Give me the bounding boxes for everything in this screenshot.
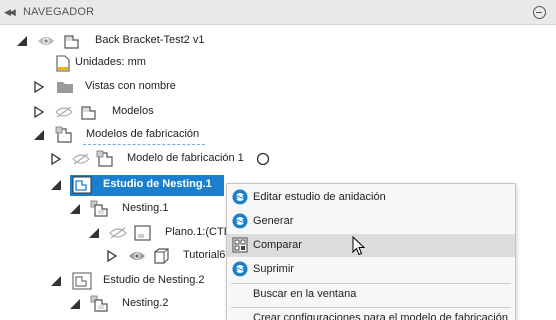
tree-row-root[interactable]: Back Bracket-Test2 v1 [0, 30, 556, 52]
menu-label: Suprimir [253, 263, 294, 275]
menu-label: Comparar [253, 239, 302, 251]
activate-radio-icon[interactable] [256, 152, 270, 166]
hidden-eye-icon[interactable] [72, 153, 90, 165]
tree-row-nesting-2[interactable]: Nesting.2 [0, 293, 226, 315]
tree-label-nesting-study-1: Estudio de Nesting.1 [103, 178, 212, 190]
context-menu: Editar estudio de anidación Generar Comp… [226, 183, 516, 320]
dashed-underline [83, 144, 205, 145]
panel-title: NAVEGADOR [23, 6, 95, 18]
hidden-eye-icon[interactable] [55, 106, 73, 118]
collapse-panel-icon[interactable]: ◀◀ [4, 7, 16, 18]
manufacturing-model-icon [55, 126, 72, 143]
expanded-triangle-icon[interactable] [16, 35, 28, 47]
tree-row-manufacturing-models[interactable]: Modelos de fabricación [0, 124, 556, 146]
tree-row-manufacturing-model-1[interactable]: Modelo de fabricación 1 [0, 148, 556, 170]
mouse-cursor-icon [352, 236, 365, 256]
tree-label-plane-1: Plano.1:(CTD [165, 226, 232, 238]
tree-row-units[interactable]: Unidades: mm [0, 52, 556, 74]
component-icon [64, 35, 79, 49]
menu-item-suppress[interactable]: Suprimir [227, 258, 515, 281]
expanded-triangle-icon[interactable] [69, 298, 81, 310]
folder-icon [57, 82, 73, 93]
collapsed-triangle-icon[interactable] [33, 81, 45, 93]
tree-row-tutorial[interactable]: Tutorial6, [0, 245, 229, 267]
suppress-icon [232, 261, 248, 277]
visibility-eye-icon[interactable] [128, 250, 146, 262]
navigator-header: ◀◀ NAVEGADOR [0, 0, 556, 25]
menu-label: Generar [253, 215, 294, 227]
expanded-triangle-icon[interactable] [50, 275, 62, 287]
menu-label: Editar estudio de anidación [253, 191, 386, 203]
tree-label-nesting-2: Nesting.2 [122, 297, 169, 309]
hidden-eye-icon[interactable] [109, 227, 127, 239]
minimize-panel-icon[interactable] [533, 6, 546, 19]
component-icon [81, 106, 96, 120]
menu-item-generate[interactable]: Generar [227, 210, 515, 233]
tree-row-models[interactable]: Modelos [0, 101, 556, 123]
menu-label: Crear configuraciones para el modelo de … [253, 312, 508, 320]
tree-label-nesting-1: Nesting.1 [122, 202, 169, 214]
tree-label-manufacturing-models: Modelos de fabricación [86, 128, 200, 140]
expanded-triangle-icon[interactable] [88, 227, 100, 239]
tree-label-root: Back Bracket-Test2 v1 [95, 34, 205, 46]
expanded-triangle-icon[interactable] [33, 129, 45, 141]
manufacturing-model-icon [96, 150, 113, 167]
menu-label: Buscar en la ventana [253, 288, 357, 300]
body-box-icon [154, 248, 169, 264]
generate-icon [232, 213, 248, 229]
tree-row-nesting-study-1[interactable]: Estudio de Nesting.1 [0, 174, 226, 196]
menu-item-edit-nesting-study[interactable]: Editar estudio de anidación [227, 186, 515, 209]
collapsed-triangle-icon[interactable] [33, 106, 45, 118]
tree-row-nesting-study-2[interactable]: Estudio de Nesting.2 [0, 270, 226, 292]
collapsed-triangle-icon[interactable] [106, 250, 118, 262]
tree-row-named-views[interactable]: Vistas con nombre [0, 76, 556, 98]
nesting-edit-icon [232, 189, 248, 205]
sheet-plane-icon [134, 225, 151, 241]
tree-label-nesting-study-2: Estudio de Nesting.2 [103, 274, 205, 286]
tree-row-plane-1[interactable]: Plano.1:(CTD [0, 222, 232, 244]
compare-icon [232, 237, 248, 253]
nesting-icon [90, 200, 108, 217]
nesting-study-icon [72, 176, 92, 194]
menu-item-find-in-window[interactable]: Buscar en la ventana [227, 283, 515, 306]
expanded-triangle-icon[interactable] [50, 179, 62, 191]
tree-label-named-views: Vistas con nombre [85, 80, 176, 92]
visibility-eye-icon[interactable] [37, 35, 55, 47]
menu-item-create-configurations[interactable]: Crear configuraciones para el modelo de … [227, 307, 515, 320]
tree-label-units: Unidades: mm [75, 56, 146, 68]
document-settings-icon [56, 55, 70, 72]
menu-item-compare[interactable]: Comparar [227, 234, 515, 257]
tree-label-tutorial: Tutorial6, [183, 249, 229, 261]
tree-label-models: Modelos [112, 105, 154, 117]
expanded-triangle-icon[interactable] [69, 203, 81, 215]
nesting-icon [90, 295, 108, 312]
collapsed-triangle-icon[interactable] [50, 153, 62, 165]
nesting-study-icon [72, 272, 92, 290]
tree-row-nesting-1[interactable]: Nesting.1 [0, 198, 226, 220]
tree-label-manufacturing-model-1: Modelo de fabricación 1 [127, 152, 244, 164]
